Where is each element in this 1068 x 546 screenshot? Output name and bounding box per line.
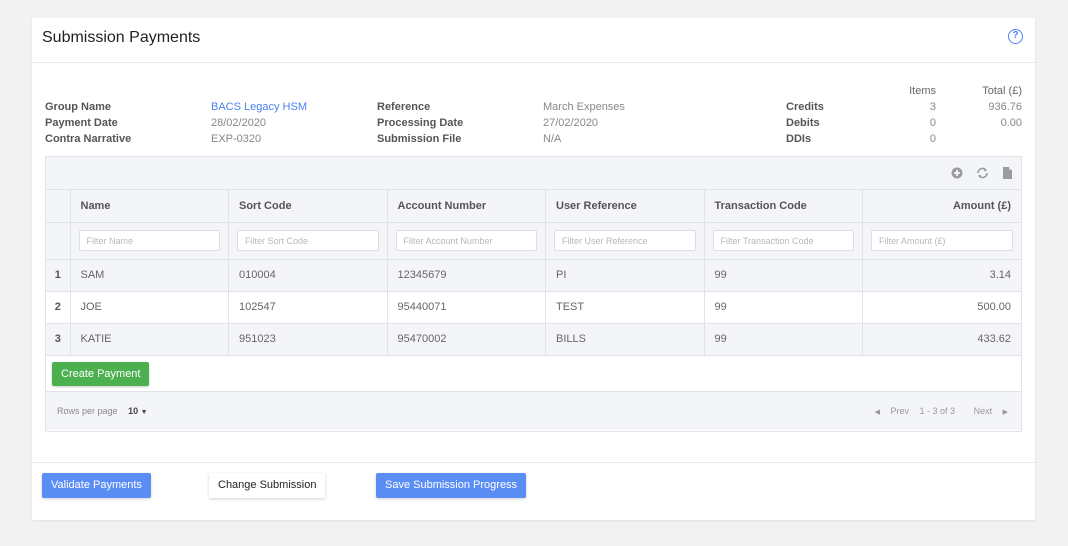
card-header: Submission Payments ?	[32, 18, 1035, 63]
debits-items: 0	[929, 117, 936, 129]
column-header-amount[interactable]: Amount (£)	[862, 190, 1021, 223]
filter-sort-code-input[interactable]	[237, 230, 379, 251]
cell-account-number: 12345679	[387, 259, 546, 292]
row-index: 2	[46, 291, 71, 324]
table-row[interactable]: 3 KATIE 951023 95470002 BILLS 99 433.62	[46, 323, 1021, 356]
filter-amount-input[interactable]	[871, 230, 1013, 251]
caret-left-icon: ◀	[874, 408, 880, 416]
ddis-items: 0	[929, 133, 936, 145]
create-row: Create Payment	[46, 356, 1021, 392]
cell-account-number: 95470002	[387, 323, 546, 356]
help-icon[interactable]: ?	[1008, 29, 1023, 44]
validate-payments-button[interactable]: Validate Payments	[42, 473, 151, 498]
column-header-user-reference[interactable]: User Reference	[545, 190, 705, 223]
total-header: Total (£)	[982, 85, 1022, 97]
page-range: 1 - 3 of 3	[919, 405, 956, 416]
cell-sort-code: 010004	[228, 259, 388, 292]
debits-label: Debits	[786, 117, 820, 129]
column-header-sort-code[interactable]: Sort Code	[228, 190, 388, 223]
cell-name: SAM	[70, 259, 229, 292]
credits-total: 936.76	[988, 101, 1022, 113]
cell-account-number: 95440071	[387, 291, 546, 324]
next-page-button[interactable]: Next ▶	[966, 406, 1008, 416]
cell-name: KATIE	[70, 323, 229, 356]
cell-name: JOE	[70, 291, 229, 324]
prev-page-button[interactable]: ◀ Prev	[867, 406, 909, 416]
contra-narrative-value: EXP-0320	[211, 133, 262, 145]
change-submission-button[interactable]: Change Submission	[209, 473, 326, 498]
group-name-link[interactable]: BACS Legacy HSM	[211, 99, 371, 115]
cell-transaction-code: 99	[704, 291, 863, 324]
reference-label: Reference	[377, 101, 431, 113]
filter-user-reference-input[interactable]	[554, 230, 696, 251]
reference-value: March Expenses	[543, 101, 625, 113]
rows-per-page-select[interactable]: 10 ▼	[128, 406, 147, 416]
payment-date-label: Payment Date	[45, 117, 118, 129]
credits-label: Credits	[786, 101, 824, 113]
credits-items: 3	[929, 101, 936, 113]
pagination: ◀ Prev 1 - 3 of 3 Next ▶	[859, 406, 1008, 416]
processing-date-label: Processing Date	[377, 117, 464, 129]
filter-row	[46, 222, 1021, 260]
divider	[32, 462, 1035, 463]
cell-sort-code: 102547	[228, 291, 388, 324]
filter-account-number-input[interactable]	[395, 230, 537, 251]
group-name-label: Group Name	[45, 101, 112, 113]
payment-date-value: 28/02/2020	[211, 117, 267, 129]
cell-user-reference: PI	[545, 259, 705, 292]
cell-user-reference: TEST	[545, 291, 705, 324]
table-row[interactable]: 2 JOE 102547 95440071 TEST 99 500.00	[46, 291, 1021, 324]
cell-transaction-code: 99	[704, 323, 863, 356]
save-submission-progress-button[interactable]: Save Submission Progress	[376, 473, 527, 498]
grid-toolbar	[46, 157, 1021, 190]
column-header-name[interactable]: Name	[70, 190, 229, 223]
cell-amount: 500.00	[862, 291, 1021, 324]
add-circle-icon[interactable]	[951, 167, 963, 182]
summary-table: Items Total (£) Credits 3 936.76 Debits …	[786, 83, 1022, 147]
caret-right-icon: ▶	[1002, 408, 1008, 416]
cell-user-reference: BILLS	[545, 323, 705, 356]
column-header-transaction-code[interactable]: Transaction Code	[704, 190, 863, 223]
submission-file-value: N/A	[543, 133, 562, 145]
contra-narrative-label: Contra Narrative	[45, 133, 132, 145]
filter-transaction-code-input[interactable]	[712, 230, 854, 251]
rows-per-page: Rows per page 10 ▼	[57, 406, 148, 416]
page-title: Submission Payments	[42, 29, 201, 46]
create-payment-button[interactable]: Create Payment	[52, 361, 150, 386]
items-header: Items	[909, 85, 936, 97]
table-row[interactable]: 1 SAM 010004 12345679 PI 99 3.14	[46, 259, 1021, 292]
column-header-account-number[interactable]: Account Number	[387, 190, 546, 223]
row-index: 3	[46, 323, 71, 356]
payments-table: Name Sort Code Account Number User Refer…	[46, 190, 1021, 356]
cell-amount: 433.62	[862, 323, 1021, 356]
cell-sort-code: 951023	[228, 323, 388, 356]
caret-down-icon: ▼	[140, 408, 148, 416]
grid-footer: Rows per page 10 ▼ ◀ Prev 1 - 3 of 3 Nex…	[46, 391, 1021, 430]
cell-transaction-code: 99	[704, 259, 863, 292]
file-icon[interactable]	[1003, 167, 1012, 182]
rows-per-page-label: Rows per page	[57, 405, 118, 416]
row-index: 1	[46, 259, 71, 292]
payments-grid: Name Sort Code Account Number User Refer…	[45, 156, 1022, 432]
index-header	[46, 190, 71, 223]
ddis-total	[936, 131, 1022, 147]
filter-name-input[interactable]	[78, 230, 220, 251]
refresh-icon[interactable]	[976, 167, 989, 182]
cell-amount: 3.14	[862, 259, 1021, 292]
submission-payments-card: Submission Payments ? Group Name Payment…	[32, 18, 1035, 520]
debits-total: 0.00	[1000, 117, 1022, 129]
ddis-label: DDIs	[786, 133, 812, 145]
submission-file-label: Submission File	[377, 133, 462, 145]
processing-date-value: 27/02/2020	[543, 117, 599, 129]
